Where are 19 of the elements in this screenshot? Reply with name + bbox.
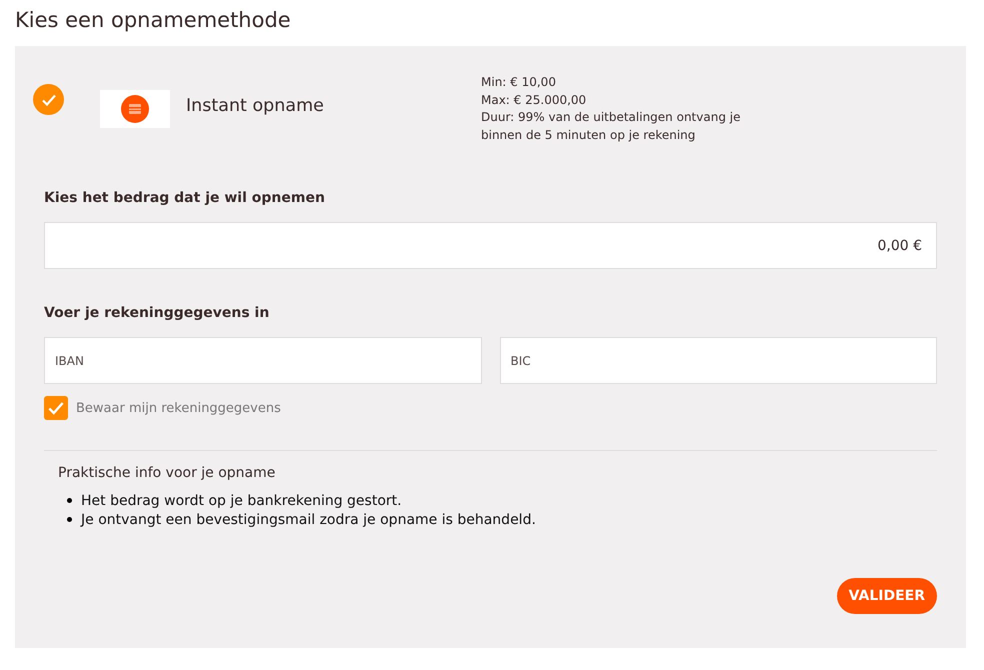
amount-label: Kies het bedrag dat je wil opnemen xyxy=(44,190,326,206)
info-item: Het bedrag wordt op je bankrekening gestort. xyxy=(81,492,402,508)
method-info: Duur: 99% van de uitbetalingen ontvang je binnen de 5 minuten op je rekening xyxy=(481,109,742,144)
method-logo xyxy=(100,90,170,128)
info-title: Praktische info voor je opname xyxy=(58,465,276,481)
account-field[interactable]: IBAN xyxy=(44,337,482,384)
bullet-icon xyxy=(67,517,72,522)
method-info: Min: € 10,00 xyxy=(481,74,557,91)
page-title: Kies een opnamemethode xyxy=(15,8,292,32)
save-checkbox[interactable] xyxy=(44,396,68,420)
bullet-icon xyxy=(67,498,72,503)
selected-indicator[interactable] xyxy=(33,84,64,115)
amount-field[interactable]: 0,00 € xyxy=(44,222,937,269)
account-field[interactable]: BIC xyxy=(500,337,937,384)
save-label: Bewaar mijn rekeninggegevens xyxy=(76,400,281,416)
info-item: Je ontvangt een bevestigingsmail zodra je opname is behandeld. xyxy=(81,512,536,528)
method-name: Instant opname xyxy=(186,96,325,116)
method-info: Max: € 25.000,00 xyxy=(481,92,588,108)
account-label: Voer je rekeninggegevens in xyxy=(44,305,270,321)
